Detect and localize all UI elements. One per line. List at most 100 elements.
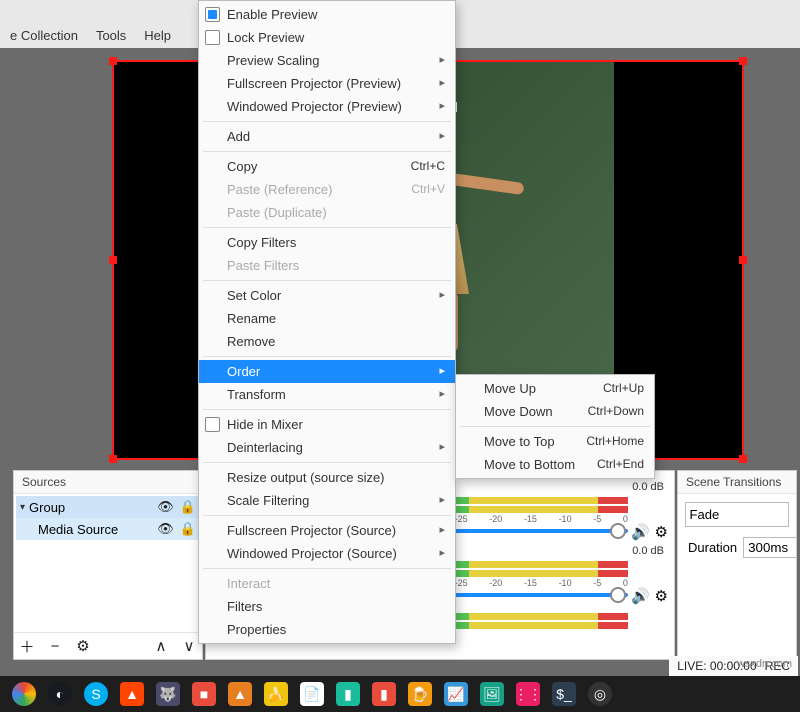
ctx-paste-filters: Paste Filters [199, 254, 455, 277]
taskbar: ◐ S ▲ 🐺 ■ ▲ 🍌 📄 ▮ ▮ 🍺 📈 🖼 ⋮⋮ $_ ◎ [0, 676, 800, 712]
gear-icon[interactable]: ⚙ [655, 523, 668, 541]
visibility-icon[interactable]: 👁 [157, 499, 174, 515]
scene-transitions-panel: Scene Transitions Fade Duration [677, 470, 797, 660]
ctx-order[interactable]: Order▸ [199, 360, 455, 383]
app-icon[interactable]: 🍺 [408, 682, 432, 706]
image-icon[interactable]: 🖼 [480, 682, 504, 706]
duration-input[interactable] [743, 537, 796, 558]
ctx-enable-preview[interactable]: Enable Preview [199, 3, 455, 26]
source-media-label: Media Source [38, 522, 118, 537]
chevron-right-icon: ▸ [439, 98, 445, 115]
monitor-icon[interactable]: 📈 [444, 682, 468, 706]
chevron-right-icon: ▸ [439, 287, 445, 304]
scene-transitions-title: Scene Transitions [678, 471, 796, 494]
steam-icon[interactable]: ◐ [48, 682, 72, 706]
gear-icon[interactable]: ⚙ [655, 587, 668, 605]
chevron-right-icon: ▸ [439, 545, 445, 562]
ctx-set-color[interactable]: Set Color▸ [199, 284, 455, 307]
ctx-deinterlacing[interactable]: Deinterlacing▸ [199, 436, 455, 459]
source-group-label: Group [29, 500, 65, 515]
chevron-right-icon: ▸ [439, 386, 445, 403]
move-up-button[interactable]: ∧ [152, 637, 170, 655]
app-icon[interactable]: 🍌 [264, 682, 288, 706]
context-menu: Enable Preview Lock Preview Preview Scal… [198, 0, 456, 644]
chevron-right-icon: ▸ [439, 492, 445, 509]
obs-icon[interactable]: ◎ [588, 682, 612, 706]
ctx-resize-output[interactable]: Resize output (source size) [199, 466, 455, 489]
ctx-fullscreen-preview[interactable]: Fullscreen Projector (Preview)▸ [199, 72, 455, 95]
resize-handle-tl[interactable] [109, 57, 117, 65]
chevron-right-icon: ▸ [439, 522, 445, 539]
ctx-filters[interactable]: Filters [199, 595, 455, 618]
visibility-icon[interactable]: 👁 [157, 521, 174, 537]
chevron-right-icon: ▸ [439, 439, 445, 456]
speaker-icon[interactable]: 🔊 [631, 587, 650, 605]
ctx-preview-scaling[interactable]: Preview Scaling▸ [199, 49, 455, 72]
ctx-paste-reference: Paste (Reference)Ctrl+V [199, 178, 455, 201]
source-settings-button[interactable]: ⚙ [74, 637, 92, 655]
duration-label: Duration [688, 540, 737, 555]
ctx-rename[interactable]: Rename [199, 307, 455, 330]
source-media-row[interactable]: Media Source 👁 🔒 [16, 518, 200, 540]
checkbox-icon [205, 417, 220, 432]
document-icon[interactable]: 📄 [300, 682, 324, 706]
ctx-transform[interactable]: Transform▸ [199, 383, 455, 406]
resize-handle-tr[interactable] [739, 57, 747, 65]
ctx-copy[interactable]: CopyCtrl+C [199, 155, 455, 178]
menu-scene-collection[interactable]: e Collection [4, 25, 84, 46]
app-icon[interactable]: ▮ [372, 682, 396, 706]
resize-handle-br[interactable] [739, 455, 747, 463]
ctx-interact: Interact [199, 572, 455, 595]
source-group-row[interactable]: ▾ Group 👁 🔒 [16, 496, 200, 518]
ctx-move-up[interactable]: Move UpCtrl+Up [456, 377, 654, 400]
ctx-paste-duplicate: Paste (Duplicate) [199, 201, 455, 224]
ctx-properties[interactable]: Properties [199, 618, 455, 641]
app-icon[interactable]: 🐺 [156, 682, 180, 706]
chevron-down-icon[interactable]: ▾ [20, 502, 25, 513]
chevron-right-icon: ▸ [439, 75, 445, 92]
chevron-right-icon: ▸ [439, 52, 445, 69]
ctx-add[interactable]: Add▸ [199, 125, 455, 148]
lock-icon[interactable]: 🔒 [180, 521, 196, 537]
ctx-hide-in-mixer[interactable]: Hide in Mixer [199, 413, 455, 436]
volume-slider-thumb[interactable] [610, 523, 626, 539]
skype-icon[interactable]: S [84, 682, 108, 706]
checkbox-icon [205, 30, 220, 45]
speaker-icon[interactable]: 🔊 [631, 523, 650, 541]
lock-icon[interactable]: 🔒 [180, 499, 196, 515]
remove-source-button[interactable]: − [46, 637, 64, 655]
sources-panel: Sources ▾ Group 👁 🔒 Media Source 👁 🔒 ＋ −… [13, 470, 203, 660]
ctx-remove[interactable]: Remove [199, 330, 455, 353]
app-icon[interactable]: ⋮⋮ [516, 682, 540, 706]
move-down-button[interactable]: ∨ [180, 637, 198, 655]
volume-slider-thumb[interactable] [610, 587, 626, 603]
ctx-windowed-preview[interactable]: Windowed Projector (Preview)▸ [199, 95, 455, 118]
app-icon[interactable]: ■ [192, 682, 216, 706]
ctx-scale-filtering[interactable]: Scale Filtering▸ [199, 489, 455, 512]
add-source-button[interactable]: ＋ [18, 637, 36, 655]
menu-help[interactable]: Help [138, 25, 177, 46]
resize-handle-bl[interactable] [109, 455, 117, 463]
ctx-move-to-bottom[interactable]: Move to BottomCtrl+End [456, 453, 654, 476]
ctx-fullscreen-source[interactable]: Fullscreen Projector (Source)▸ [199, 519, 455, 542]
chrome-icon[interactable] [12, 682, 36, 706]
app-icon[interactable]: ▲ [120, 682, 144, 706]
resize-handle-mr[interactable] [739, 256, 747, 264]
sources-title: Sources [14, 471, 202, 494]
mixer-db-value: 0.0 dB [632, 545, 664, 557]
order-submenu: Move UpCtrl+Up Move DownCtrl+Down Move t… [455, 374, 655, 479]
watermark: wsxdn.com [737, 658, 792, 670]
transition-select[interactable]: Fade [685, 502, 790, 527]
chevron-right-icon: ▸ [439, 128, 445, 145]
ctx-move-down[interactable]: Move DownCtrl+Down [456, 400, 654, 423]
mixer-db-value: 0.0 dB [632, 481, 664, 493]
vlc-icon[interactable]: ▲ [228, 682, 252, 706]
ctx-lock-preview[interactable]: Lock Preview [199, 26, 455, 49]
resize-handle-ml[interactable] [109, 256, 117, 264]
app-icon[interactable]: ▮ [336, 682, 360, 706]
ctx-move-to-top[interactable]: Move to TopCtrl+Home [456, 430, 654, 453]
ctx-windowed-source[interactable]: Windowed Projector (Source)▸ [199, 542, 455, 565]
menu-tools[interactable]: Tools [90, 25, 132, 46]
terminal-icon[interactable]: $_ [552, 682, 576, 706]
ctx-copy-filters[interactable]: Copy Filters [199, 231, 455, 254]
